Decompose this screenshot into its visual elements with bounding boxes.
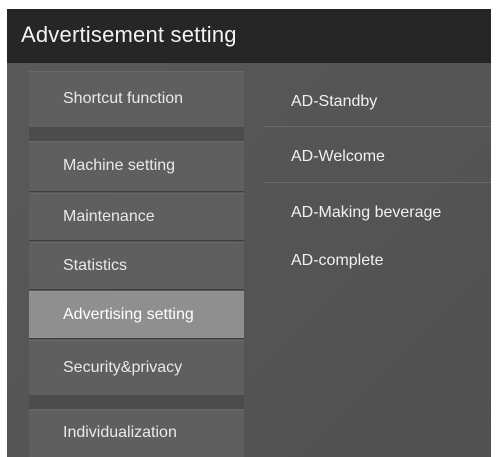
page-title: Advertisement setting	[21, 22, 237, 47]
ad-welcome-item[interactable]: AD-Welcome	[264, 131, 491, 183]
sidebar-item-machine-setting[interactable]: Machine setting	[29, 141, 244, 191]
sidebar-item-statistics[interactable]: Statistics	[29, 242, 244, 289]
sidebar-item-label: Maintenance	[63, 207, 155, 225]
ad-making-beverage-item[interactable]: AD-Making beverage	[264, 189, 491, 237]
sidebar-item-shortcut-function[interactable]: Shortcut function	[29, 71, 244, 127]
ad-standby-item[interactable]: AD-Standby	[264, 77, 491, 127]
sidebar-item-label: Machine setting	[63, 157, 176, 174]
sidebar-item-label: Shortcut function	[63, 90, 184, 107]
sidebar-item-maintenance[interactable]: Maintenance	[29, 193, 244, 240]
ad-complete-item[interactable]: AD-complete	[264, 237, 491, 285]
sidebar-item-label: Advertising setting	[63, 305, 194, 323]
sidebar-item-individualization[interactable]: Individualization	[29, 409, 244, 457]
sidebar-item-label: Individualization	[63, 424, 177, 441]
sidebar-group-divider	[29, 127, 244, 141]
ad-item-label: AD-Making beverage	[291, 204, 442, 221]
ad-item-label: AD-Welcome	[291, 147, 385, 165]
app-screen: Advertisement setting Shortcut function …	[7, 9, 491, 457]
ad-item-label: AD-Standby	[291, 92, 378, 110]
ad-item-label: AD-complete	[291, 252, 384, 269]
title-bar: Advertisement setting	[7, 9, 491, 63]
sidebar-item-security-privacy[interactable]: Security&privacy	[29, 340, 244, 395]
sidebar-item-advertising-setting[interactable]: Advertising setting	[29, 291, 244, 338]
sidebar-item-label: Security&privacy	[63, 358, 183, 376]
sidebar-group-divider	[29, 395, 244, 409]
sidebar-item-label: Statistics	[63, 256, 128, 274]
